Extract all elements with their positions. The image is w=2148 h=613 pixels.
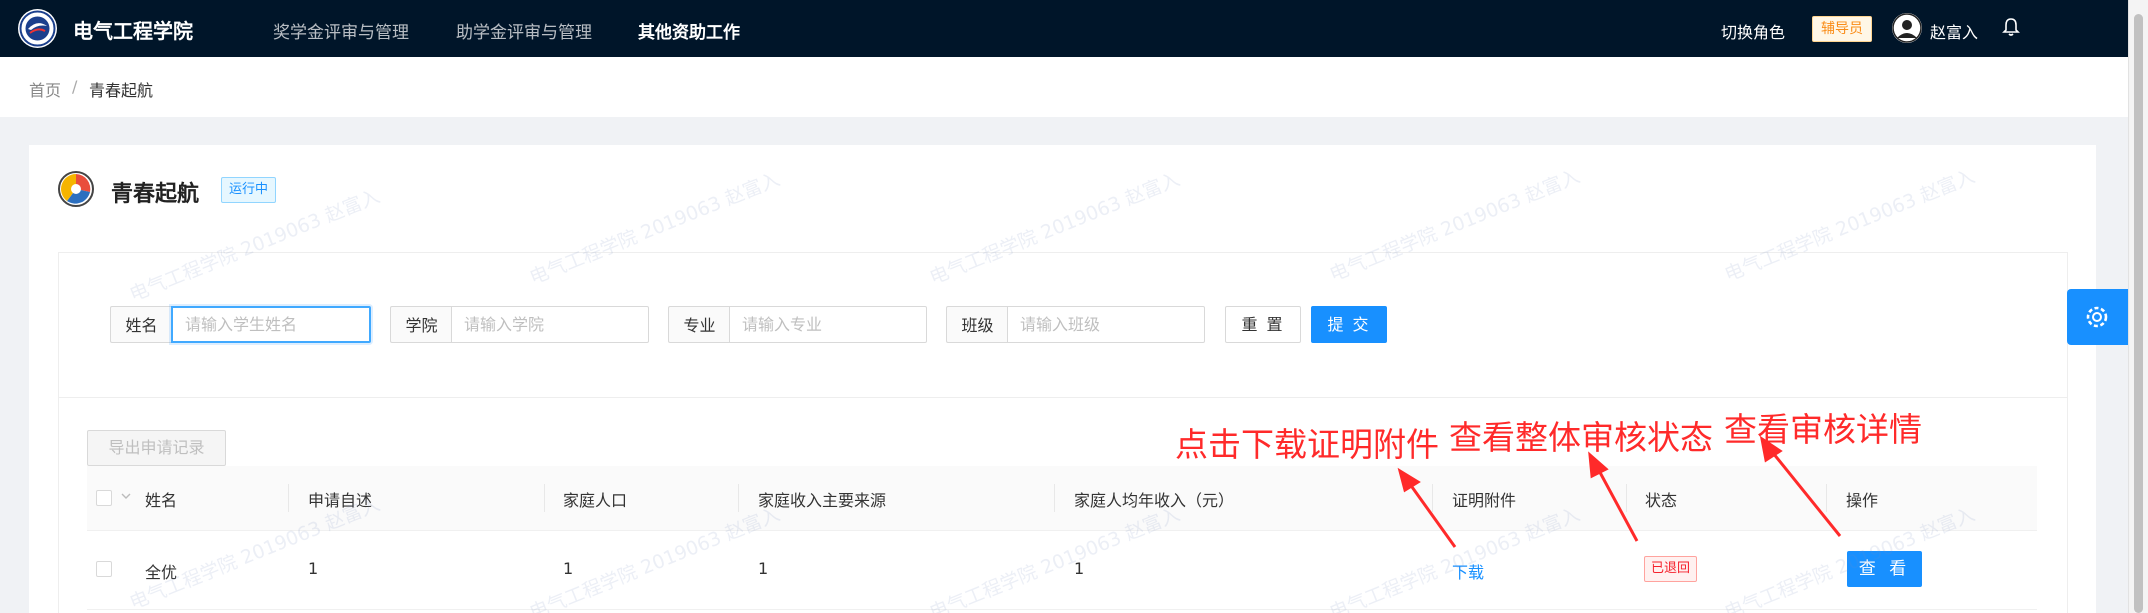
settings-button[interactable] <box>2067 289 2128 345</box>
annotation-arrow-status <box>1594 464 1639 542</box>
annotation-arrow-download <box>1405 479 1457 548</box>
annotation-arrow-detail <box>1767 447 1842 537</box>
gear-icon <box>2086 306 2108 328</box>
annotation-arrows <box>1397 435 1842 548</box>
annotation-arrowhead-status <box>1588 451 1609 479</box>
annotation-arrowhead-download <box>1397 467 1421 493</box>
